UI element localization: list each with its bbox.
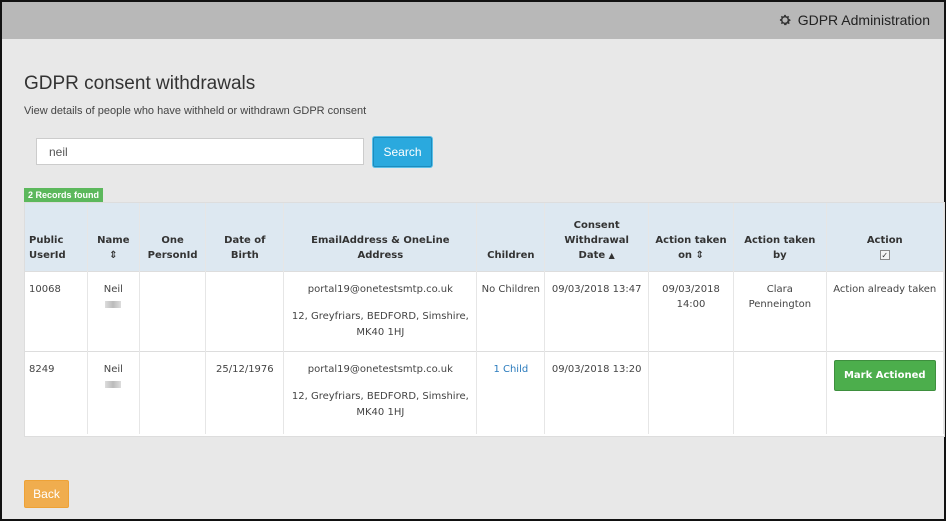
select-all-checkbox[interactable]: ✓ [879,249,890,260]
header-name-label: Name [97,234,130,246]
back-button[interactable]: Back [24,480,69,508]
cell-email-address: portal19@onetestsmtp.co.uk 12, Greyfriars… [283,350,478,434]
records-found-badge: 2 Records found [24,188,104,202]
header-action: Action ✓ [826,203,944,271]
cell-action: Action already taken [826,270,944,351]
email-text: portal19@onetestsmtp.co.uk [307,283,453,295]
cell-action: Mark Actioned [826,350,944,434]
header-name[interactable]: Name ⇕ [87,203,140,271]
sort-up-icon: ▲ [608,250,615,260]
name-text: Neil [103,363,123,375]
cell-date-of-birth [205,270,285,351]
cell-action-taken-by: Clara Penneington [733,270,827,351]
header-consent-date-label: Consent Withdrawal Date [564,219,629,261]
redacted-surname [105,301,122,308]
cell-public-userid: 10068 [25,270,88,351]
cell-children: No Children [476,270,546,351]
header-date-of-birth: Date of Birth [205,203,285,271]
cell-name: Neil [87,270,140,351]
email-text: portal19@onetestsmtp.co.uk [307,363,453,375]
page-title: GDPR consent withdrawals [24,73,256,94]
cell-action-taken-on [648,350,735,434]
cell-name: Neil [87,350,140,434]
name-text: Neil [103,283,123,295]
table-header-row: Public UserId Name ⇕ One PersonId Date of… [25,203,944,271]
sort-both-icon: ⇕ [695,249,704,261]
cell-action-taken-by [733,350,827,434]
address-text: 12, Greyfriars, BEDFORD, Simshire, MK40 … [291,391,469,418]
cell-email-address: portal19@onetestsmtp.co.uk 12, Greyfriars… [283,270,478,351]
address-text: 12, Greyfriars, BEDFORD, Simshire, MK40 … [291,311,469,338]
header-consent-date[interactable]: Consent Withdrawal Date ▲ [544,203,649,271]
cell-consent-date: 09/03/2018 13:47 [544,270,649,351]
header-action-taken-by: Action taken by [733,203,827,271]
sort-both-icon: ⇕ [109,249,118,261]
table-row: 10068 Neil portal19@onetestsmtp.co.uk 12,… [25,270,944,351]
header-email-address: EmailAddress & OneLine Address [283,203,478,271]
header-action-taken-on-label: Action taken on [655,234,727,261]
header-children: Children [476,203,546,271]
search-input[interactable] [36,138,364,165]
cell-one-personid [139,270,207,351]
header-action-taken-on[interactable]: Action taken on ⇕ [648,203,735,271]
cell-public-userid: 8249 [25,350,88,434]
cell-children: 1 Child [476,350,546,434]
gdpr-admin-label: GDPR Administration [797,12,930,28]
header-one-personid: One PersonId [139,203,207,271]
children-link[interactable]: 1 Child [493,364,528,375]
cell-one-personid [139,350,207,434]
gear-icon [779,14,791,26]
header-action-label: Action [866,234,903,246]
app-frame: GDPR Administration GDPR consent withdra… [0,0,946,521]
cell-consent-date: 09/03/2018 13:20 [544,350,649,434]
cell-action-taken-on: 09/03/2018 14:00 [648,270,735,351]
header-public-userid: Public UserId [25,203,88,271]
mark-actioned-button[interactable]: Mark Actioned [833,359,936,391]
top-bar: GDPR Administration [2,2,944,39]
results-table: Public UserId Name ⇕ One PersonId Date of… [24,202,945,437]
cell-date-of-birth: 25/12/1976 [205,350,285,434]
table-row: 8249 Neil 25/12/1976 portal19@onetestsmt… [25,350,944,434]
redacted-surname [105,381,122,388]
search-button[interactable]: Search [373,137,432,167]
page-subtitle: View details of people who have withheld… [24,105,367,117]
gdpr-admin-menu[interactable]: GDPR Administration [778,12,930,28]
